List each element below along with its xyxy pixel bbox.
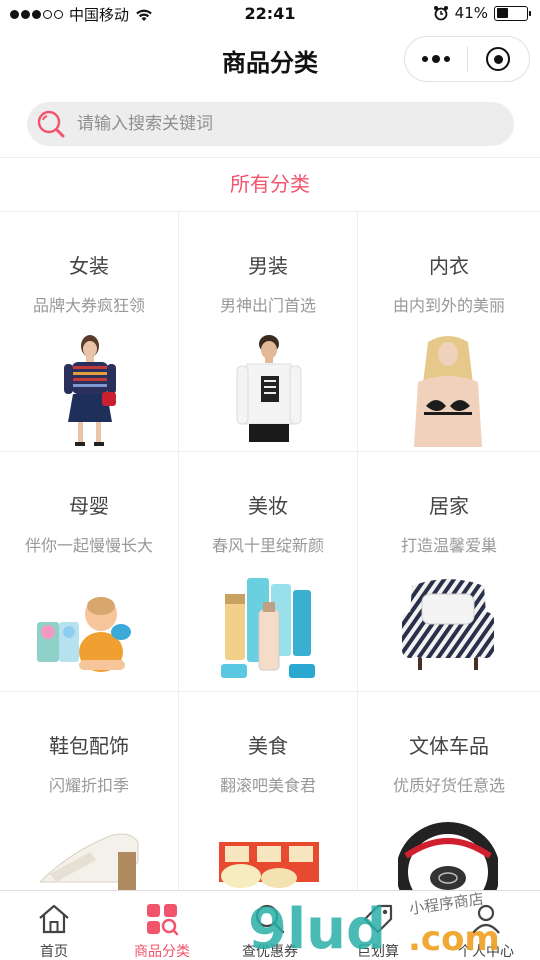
armchair-image [402, 579, 494, 670]
category-desc: 由内到外的美丽 [392, 296, 505, 315]
category-item-men[interactable]: 男装 男神出门首选 [179, 212, 358, 452]
category-name: 母婴 [69, 494, 109, 518]
more-menu-button[interactable] [405, 54, 467, 63]
category-name: 居家 [429, 494, 469, 518]
category-grid: 女装 品牌大券疯狂领 男装 男神出门首选 内衣 由内到外的美丽 母婴 伴你一起慢… [0, 212, 540, 890]
category-item-home[interactable]: 居家 打造温馨爱巢 [358, 452, 540, 692]
category-item-sports-auto[interactable]: 文体车品 优质好货任意选 [358, 692, 540, 890]
alarm-icon [433, 6, 448, 21]
category-icon [147, 904, 179, 936]
category-desc: 优质好货任意选 [392, 776, 505, 795]
lingerie-model-image [414, 336, 482, 447]
tab-label: 商品分类 [134, 944, 190, 960]
category-name: 鞋包配饰 [49, 734, 129, 758]
tab-home[interactable]: 首页 [0, 891, 108, 960]
battery-percent: 41% [454, 4, 488, 22]
deal-tag-icon [363, 904, 393, 934]
status-bar: 中国移动 22:41 41% [0, 0, 540, 30]
target-icon [486, 47, 511, 71]
category-item-shoes-bags[interactable]: 鞋包配饰 闪耀折扣季 [0, 692, 179, 890]
tab-label: 个人中心 [458, 944, 514, 960]
section-title: 所有分类 [0, 158, 540, 212]
tab-label: 查优惠券 [242, 944, 298, 960]
tab-category[interactable]: 商品分类 [108, 891, 216, 960]
search-icon [37, 110, 65, 138]
home-icon [39, 904, 69, 934]
category-item-baby[interactable]: 母婴 伴你一起慢慢长大 [0, 452, 179, 692]
snack-box-image [219, 842, 319, 888]
nav-bar: 商品分类 [0, 30, 540, 90]
category-desc: 品牌大券疯狂领 [32, 296, 145, 315]
cosmetics-image [221, 578, 315, 678]
miniprogram-capsule [404, 36, 530, 82]
category-name: 文体车品 [409, 734, 489, 758]
tab-coupon[interactable]: 查优惠券 [216, 891, 324, 960]
sandal-image [40, 833, 139, 890]
category-item-food[interactable]: 美食 翻滚吧美食君 [179, 692, 358, 890]
category-desc: 翻滚吧美食君 [219, 776, 316, 795]
tab-label: 首页 [40, 944, 68, 960]
tab-profile[interactable]: 个人中心 [432, 891, 540, 960]
user-icon [472, 904, 500, 934]
battery-fill [496, 8, 509, 18]
man-model-image [236, 335, 302, 442]
woman-model-image [64, 335, 116, 446]
category-desc: 春风十里绽新颜 [211, 536, 324, 555]
steering-wheel-image [398, 822, 498, 890]
search-input[interactable] [77, 114, 477, 134]
category-desc: 闪耀折扣季 [48, 776, 129, 795]
category-name: 男装 [248, 254, 288, 278]
category-desc: 伴你一起慢慢长大 [24, 536, 153, 555]
category-name: 美妆 [248, 494, 288, 518]
category-item-beauty[interactable]: 美妆 春风十里绽新颜 [179, 452, 358, 692]
tab-label: 巨划算 [357, 944, 399, 960]
battery-icon [494, 5, 531, 21]
tab-deals[interactable]: 巨划算 [324, 891, 432, 960]
category-name: 美食 [248, 734, 288, 758]
baby-toys-image [37, 597, 131, 672]
category-item-lingerie[interactable]: 内衣 由内到外的美丽 [358, 212, 540, 452]
close-miniprogram-button[interactable] [467, 47, 529, 71]
coupon-search-icon [255, 904, 285, 934]
category-name: 内衣 [429, 254, 469, 278]
category-name: 女装 [69, 254, 109, 278]
tab-bar: 首页 商品分类 查优惠券 巨划算 个人中心 [0, 890, 540, 960]
search-bar-container [0, 90, 540, 158]
status-right: 41% [433, 4, 531, 22]
category-desc: 男神出门首选 [219, 296, 316, 315]
category-item-women[interactable]: 女装 品牌大券疯狂领 [0, 212, 179, 452]
search-bar[interactable] [27, 102, 514, 146]
category-desc: 打造温馨爱巢 [400, 536, 497, 555]
